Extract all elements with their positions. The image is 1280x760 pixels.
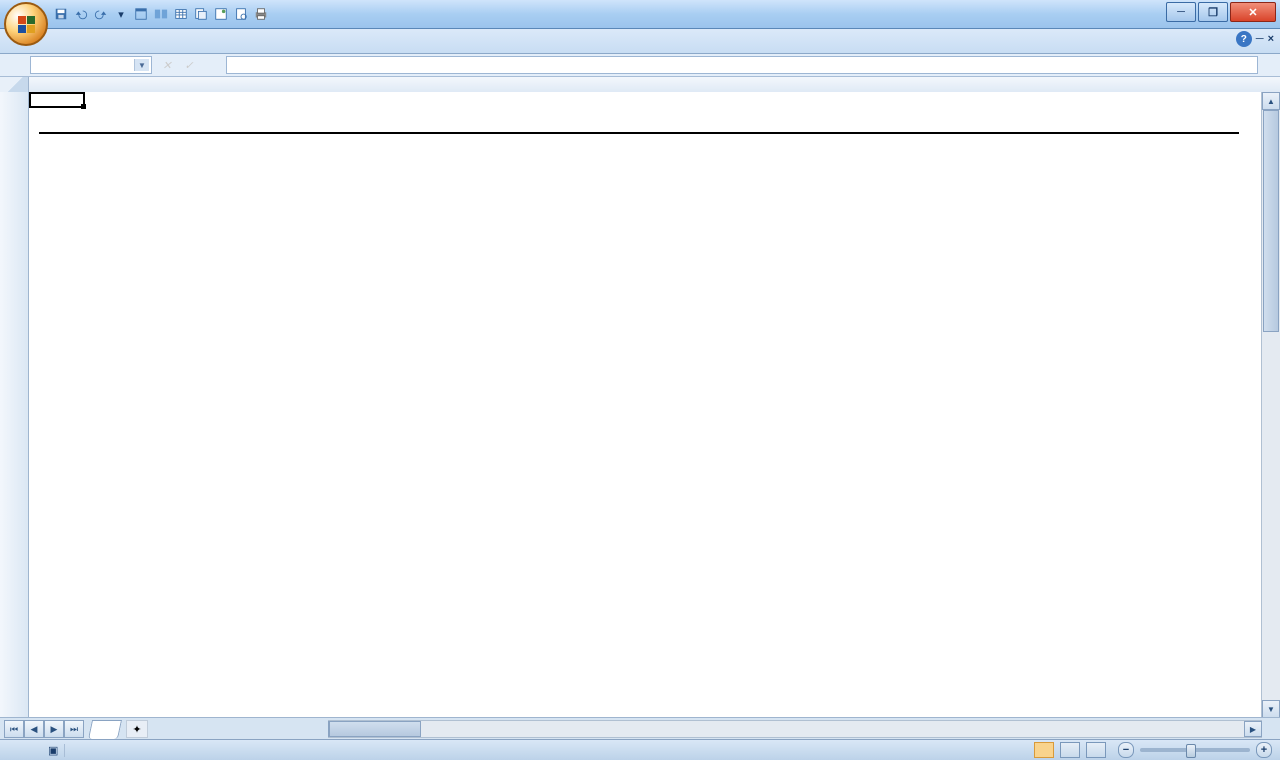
print-preview-icon[interactable]: [232, 5, 250, 23]
qat-icon[interactable]: [172, 5, 190, 23]
org-chart: [29, 92, 1280, 718]
save-icon[interactable]: [52, 5, 70, 23]
window-buttons: ─ ❐ ✕: [1166, 2, 1276, 22]
ribbon-tab-insert[interactable]: [80, 45, 108, 53]
view-page-layout-icon[interactable]: [1060, 742, 1080, 758]
sheet-tab[interactable]: [88, 720, 122, 739]
chart-title-underline: [39, 132, 1239, 134]
macro-record-icon[interactable]: ▣: [42, 744, 65, 757]
vscroll-thumb[interactable]: [1263, 110, 1279, 332]
ribbon-minimize-icon[interactable]: ─: [1256, 33, 1264, 45]
ribbon-tab-formulas[interactable]: [136, 45, 164, 53]
worksheet-grid[interactable]: [29, 92, 1280, 718]
fx-enter-icon[interactable]: ✓: [180, 59, 198, 72]
fx-cancel-icon[interactable]: ✕: [158, 59, 176, 72]
title-bar: ▾ ─ ❐ ✕: [0, 0, 1280, 29]
ribbon-tabs: ? ─ ×: [0, 29, 1280, 54]
scroll-right-icon[interactable]: ▶: [1244, 721, 1262, 737]
tab-nav-last-icon[interactable]: ⏭: [64, 720, 84, 738]
zoom-slider[interactable]: [1140, 748, 1250, 752]
hscroll-thumb[interactable]: [329, 721, 421, 737]
tab-nav-next-icon[interactable]: ▶: [44, 720, 64, 738]
status-bar: ▣ − +: [0, 739, 1280, 760]
vertical-scrollbar[interactable]: ▲ ▼: [1261, 92, 1280, 718]
ribbon-tab-review[interactable]: [192, 45, 220, 53]
qat-more-icon[interactable]: ▾: [112, 5, 130, 23]
formula-input[interactable]: [226, 56, 1258, 74]
qat-icon[interactable]: [132, 5, 150, 23]
ribbon-tab-home[interactable]: [52, 45, 80, 53]
sheet-tab-row: ⏮ ◀ ▶ ⏭ ✦ ◀ ▶: [0, 717, 1280, 740]
name-box-dropdown-icon[interactable]: ▼: [134, 59, 149, 71]
view-normal-icon[interactable]: [1034, 742, 1054, 758]
ribbon-tab-developer[interactable]: [248, 45, 276, 53]
redo-icon[interactable]: [92, 5, 110, 23]
print-icon[interactable]: [252, 5, 270, 23]
zoom-out-icon[interactable]: −: [1118, 742, 1134, 758]
view-page-break-icon[interactable]: [1086, 742, 1106, 758]
ribbon-tab-view[interactable]: [220, 45, 248, 53]
zoom-slider-knob[interactable]: [1186, 744, 1196, 758]
ribbon-tab-addins[interactable]: [276, 45, 304, 53]
zoom-in-icon[interactable]: +: [1256, 742, 1272, 758]
row-headers: [0, 92, 29, 718]
office-button[interactable]: [4, 2, 48, 46]
maximize-button[interactable]: ❐: [1198, 2, 1228, 22]
name-box[interactable]: ▼: [30, 56, 152, 74]
tab-nav-prev-icon[interactable]: ◀: [24, 720, 44, 738]
qat-icon[interactable]: [192, 5, 210, 23]
tab-nav-first-icon[interactable]: ⏮: [4, 720, 24, 738]
ribbon-close-icon[interactable]: ×: [1268, 33, 1274, 45]
formula-bar-row: ▼ ✕ ✓: [0, 54, 1280, 77]
qat-icon[interactable]: [212, 5, 230, 23]
scroll-up-icon[interactable]: ▲: [1262, 92, 1280, 110]
help-icon[interactable]: ?: [1236, 31, 1252, 47]
quick-access-toolbar: ▾: [52, 5, 270, 23]
undo-icon[interactable]: [72, 5, 90, 23]
qat-icon[interactable]: [152, 5, 170, 23]
minimize-button[interactable]: ─: [1166, 2, 1196, 22]
ribbon-tab-page-layout[interactable]: [108, 45, 136, 53]
new-sheet-icon[interactable]: ✦: [126, 720, 148, 738]
close-button[interactable]: ✕: [1230, 2, 1276, 22]
scroll-down-icon[interactable]: ▼: [1262, 700, 1280, 718]
ribbon-tab-data[interactable]: [164, 45, 192, 53]
horizontal-scrollbar[interactable]: ◀ ▶: [328, 720, 1262, 738]
